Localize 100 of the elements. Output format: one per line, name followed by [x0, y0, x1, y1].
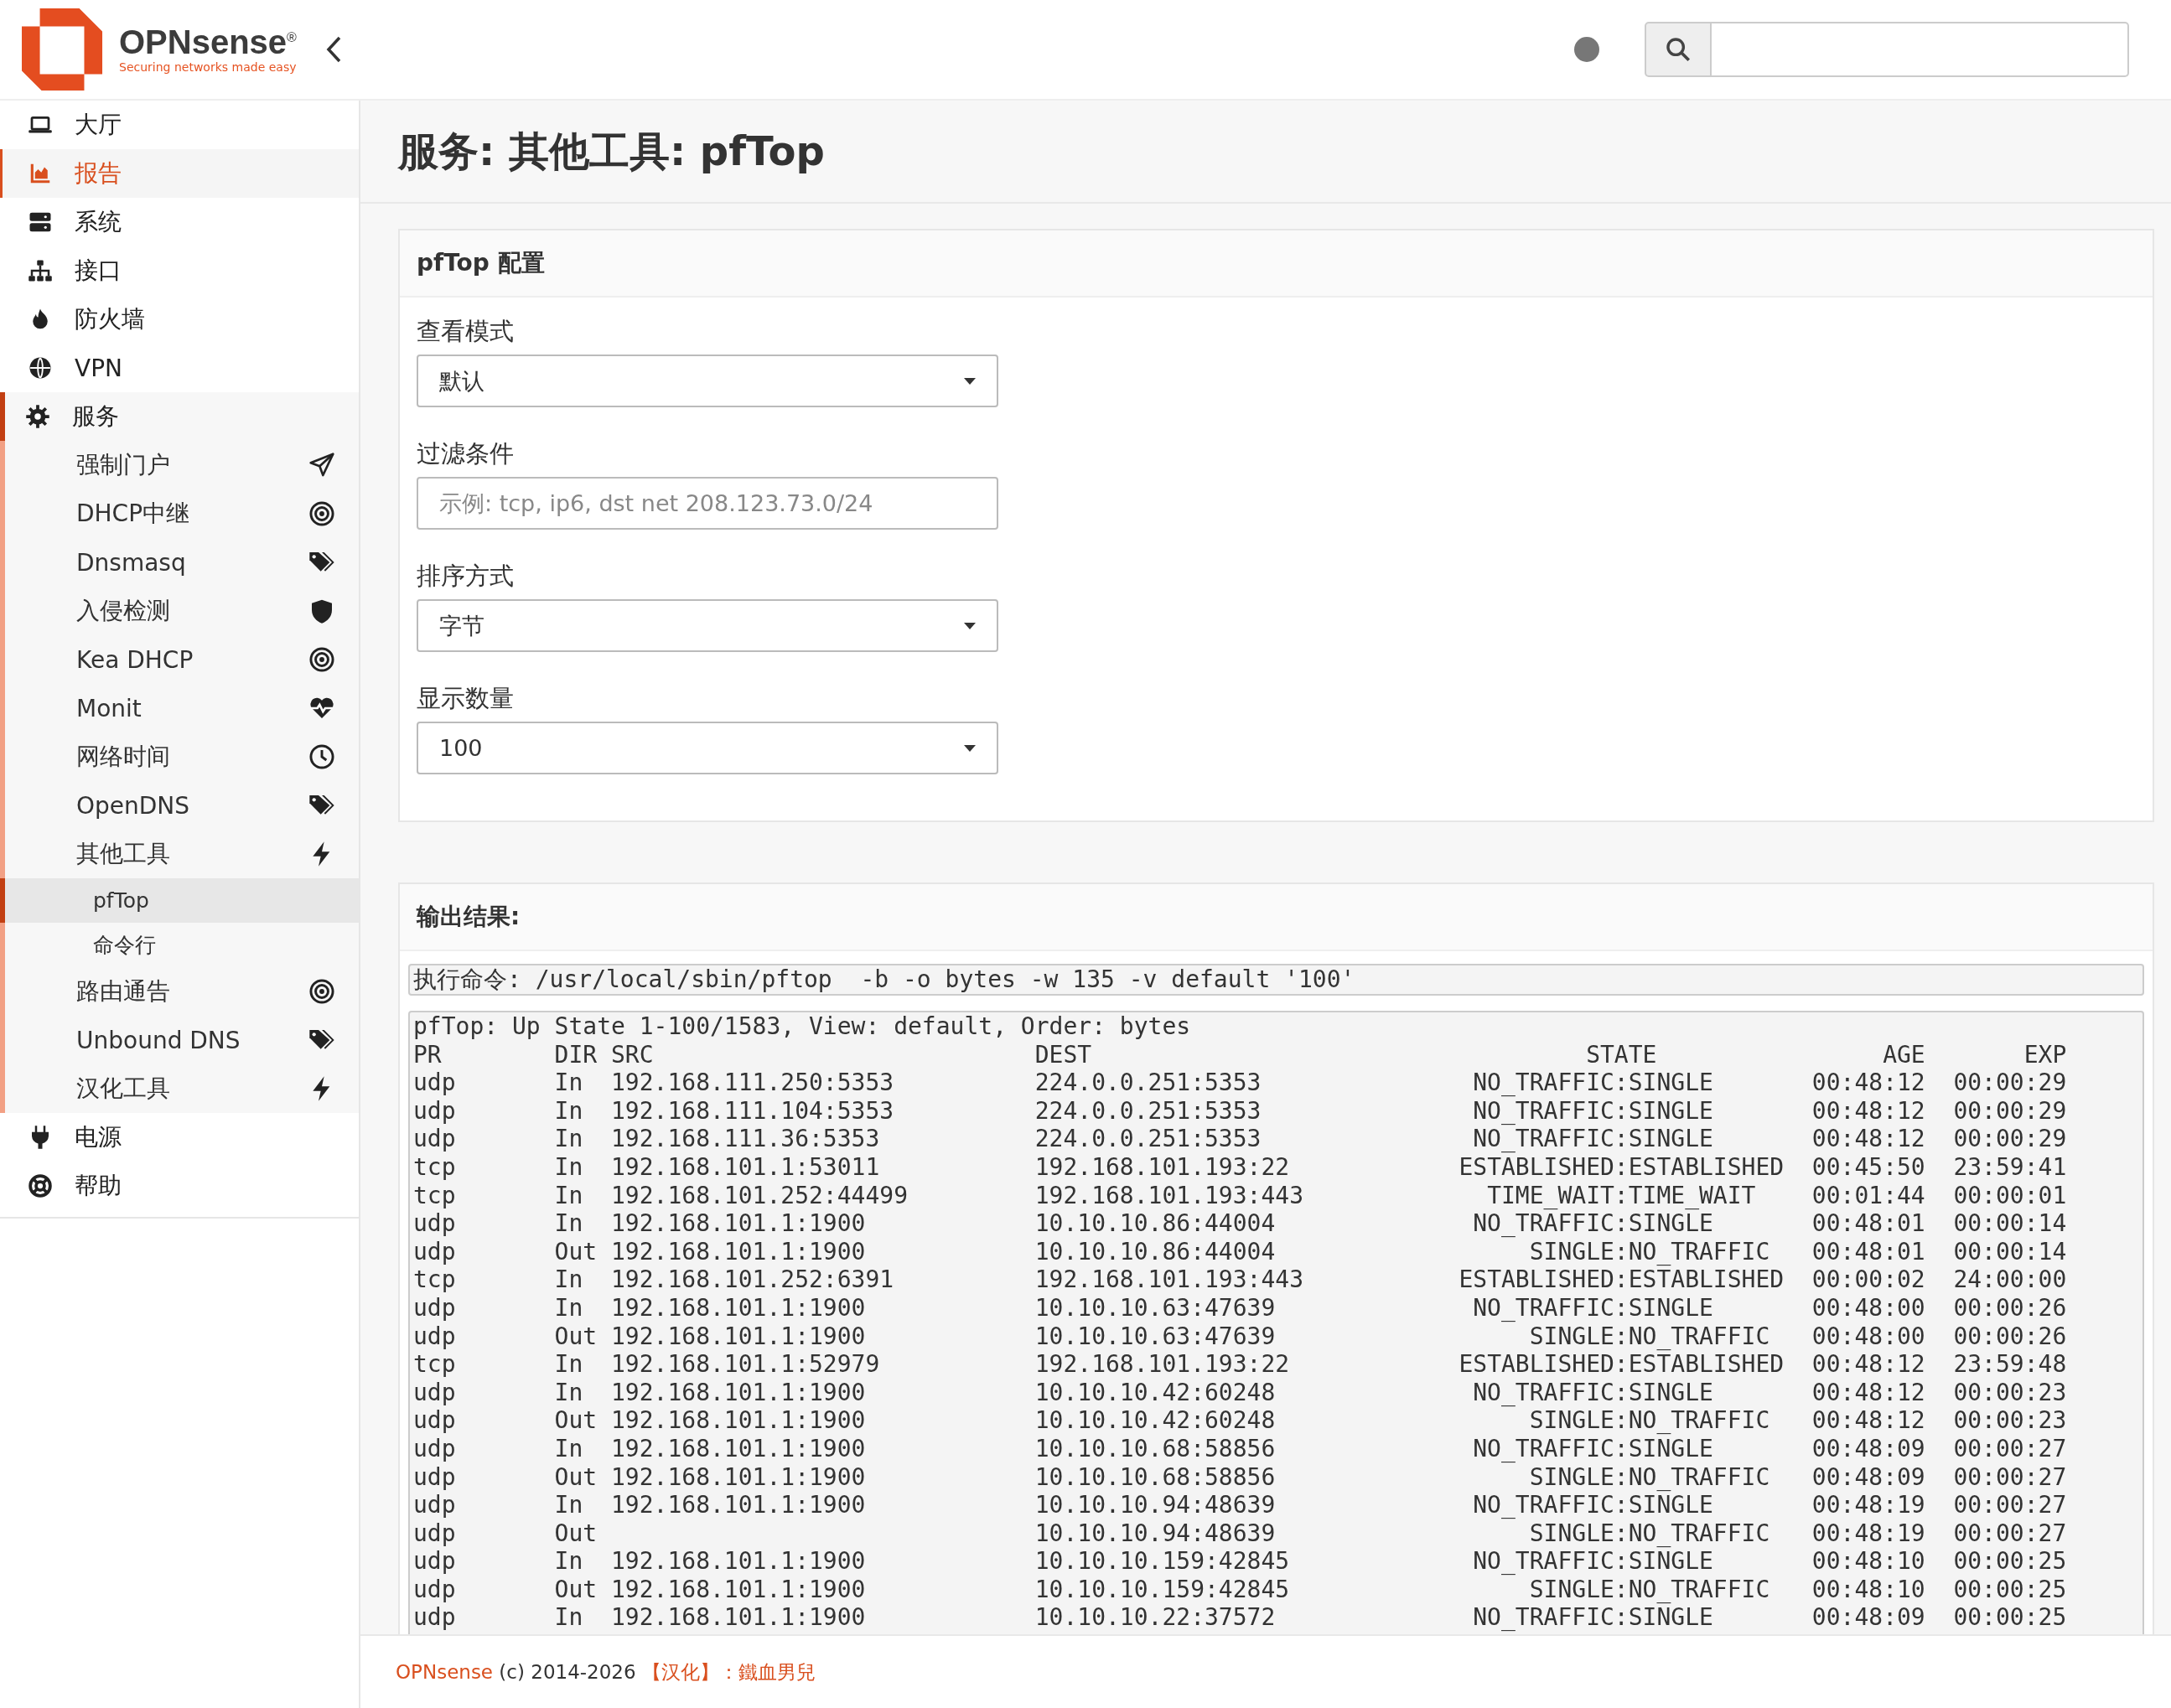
select-field[interactable]: 默认 — [417, 355, 998, 407]
sidebar-subitem[interactable]: 路由通告 — [5, 967, 359, 1016]
table-cell: 00:00:26 — [1953, 1322, 2067, 1351]
gear-icon — [25, 403, 50, 430]
table-cell: 192.168.111.36:5353 — [611, 1125, 880, 1153]
table-cell: Out — [554, 1322, 598, 1351]
table-cell: ESTABLISHED:ESTABLISHED — [1459, 1350, 1785, 1379]
sidebar-item[interactable]: 防火墙 — [0, 295, 359, 344]
table-cell: 10.10.10.94:48639 — [1034, 1491, 1276, 1519]
table-cell: ESTABLISHED:ESTABLISHED — [1459, 1152, 1785, 1182]
sidebar-subitem[interactable]: Monit — [5, 684, 359, 732]
select-field[interactable]: 100 — [417, 722, 998, 774]
table-cell: 00:48:01 — [1811, 1237, 1925, 1266]
table-cell: 192.168.101.193:443 — [1034, 1265, 1303, 1294]
sidebar-item[interactable]: 接口 — [0, 246, 359, 295]
table-cell: 00:00:23 — [1953, 1378, 2067, 1407]
table-cell: 192.168.101.1:1900 — [611, 1547, 866, 1576]
table-cell: NO_TRAFFIC:SINGLE — [1473, 1209, 1713, 1238]
sidebar-subitem[interactable]: DHCP中继 — [5, 489, 359, 538]
search-button[interactable] — [1645, 22, 1712, 77]
sidebar-item[interactable]: 系统 — [0, 198, 359, 246]
table-cell: 24:00:00 — [1953, 1265, 2067, 1294]
table-cell: 10.10.10.86:44004 — [1034, 1237, 1276, 1266]
sidebar-subitem[interactable]: 其他工具 — [5, 830, 359, 878]
column-header: PR — [413, 1040, 442, 1069]
logo-icon — [22, 8, 104, 91]
table-cell: In — [554, 1209, 583, 1238]
table-cell: Out — [554, 1406, 598, 1435]
select-field[interactable]: 字节 — [417, 599, 998, 652]
table-cell: 00:00:25 — [1953, 1603, 2067, 1633]
paper-plane-icon — [308, 452, 335, 479]
table-cell: udp — [413, 1209, 456, 1238]
table-cell: udp — [413, 1575, 456, 1604]
table-cell: In — [554, 1265, 583, 1294]
column-header: EXP — [2023, 1040, 2067, 1069]
table-cell: In — [554, 1096, 583, 1126]
sidebar-subitem[interactable]: 网络时间 — [5, 732, 359, 781]
table-cell: In — [554, 1350, 583, 1379]
table-cell: Out — [554, 1237, 598, 1266]
table-cell: SINGLE:NO_TRAFFIC — [1529, 1462, 1770, 1492]
page-title: 服务: 其他工具: pfTop — [360, 101, 2171, 204]
table-cell: NO_TRAFFIC:SINGLE — [1473, 1069, 1713, 1097]
sidebar-item[interactable]: 报告 — [0, 149, 359, 198]
sidebar-subitem[interactable]: 强制门户 — [5, 441, 359, 489]
sidebar-subitem[interactable]: Kea DHCP — [5, 635, 359, 684]
table-cell: 00:45:50 — [1811, 1152, 1925, 1182]
table-cell: TIME_WAIT:TIME_WAIT — [1487, 1181, 1756, 1210]
table-cell: 192.168.101.193:443 — [1034, 1181, 1303, 1210]
column-header: AGE — [1883, 1040, 1925, 1069]
sidebar-item[interactable]: 电源 — [0, 1113, 359, 1162]
command-field: 执行命令: /usr/local/sbin/pftop -b -o bytes -w 135 -v default '100' — [408, 964, 2144, 996]
sidebar-subitem[interactable]: 入侵检测 — [5, 587, 359, 635]
clock-icon — [308, 743, 335, 770]
input-field[interactable]: 示例: tcp, ip6, dst net 208.123.73.0/24 — [417, 477, 998, 530]
table-cell: udp — [413, 1406, 456, 1435]
table-cell: NO_TRAFFIC:SINGLE — [1473, 1293, 1713, 1322]
table-cell: 00:00:01 — [1953, 1181, 2067, 1210]
output-summary: pfTop: Up State 1-100/1583, View: default, Order: bytes — [413, 1012, 1191, 1040]
table-cell: tcp — [413, 1152, 456, 1182]
table-cell: tcp — [413, 1181, 456, 1210]
sidebar-item[interactable]: VPN — [0, 344, 359, 392]
field-label: 排序方式 — [417, 561, 515, 592]
table-cell: 00:48:12 — [1811, 1096, 1925, 1126]
table-cell: 10.10.10.42:60248 — [1034, 1378, 1276, 1407]
sidebar-item[interactable]: 帮助 — [0, 1162, 359, 1210]
sidebar-subitem[interactable]: 命令行 — [5, 923, 359, 967]
table-cell: 00:01:44 — [1811, 1181, 1925, 1210]
search-field[interactable] — [1712, 22, 2129, 77]
table-cell: 00:00:26 — [1953, 1293, 2067, 1322]
sidebar-subitem[interactable]: Unbound DNS — [5, 1016, 359, 1064]
target-icon — [308, 646, 335, 673]
field-label: 过滤条件 — [417, 438, 515, 469]
column-header: DEST — [1034, 1040, 1092, 1069]
brand-link[interactable]: OPNsense — [396, 1660, 494, 1683]
sidebar-subitem[interactable]: pfTop — [0, 878, 359, 923]
table-cell: In — [554, 1125, 583, 1153]
caret-icon — [964, 377, 976, 385]
table-cell: 192.168.101.1:1900 — [611, 1603, 866, 1633]
table-cell: 00:00:23 — [1953, 1406, 2067, 1435]
table-cell: 192.168.101.1:1900 — [611, 1462, 866, 1492]
sidebar-item[interactable]: 服务 — [5, 392, 359, 441]
life-ring-icon — [28, 1172, 53, 1199]
sidebar-subitem[interactable]: 汉化工具 — [5, 1064, 359, 1113]
table-cell: 192.168.101.1:1900 — [611, 1237, 866, 1266]
table-cell: 10.10.10.94:48639 — [1034, 1519, 1276, 1548]
table-cell: 224.0.0.251:5353 — [1034, 1096, 1262, 1126]
table-cell: In — [554, 1293, 583, 1322]
table-cell: NO_TRAFFIC:SINGLE — [1473, 1096, 1713, 1126]
table-cell: udp — [413, 1519, 456, 1548]
table-cell: udp — [413, 1547, 456, 1576]
credit-link[interactable]: 【汉化】：鐵血男兒 — [641, 1660, 816, 1683]
footer-text: OPNsense (c) 2014-2026 【汉化】：鐵血男兒 — [396, 1659, 816, 1685]
sidebar-subitem[interactable]: OpenDNS — [5, 781, 359, 830]
table-cell: 192.168.101.1:53011 — [611, 1152, 880, 1182]
sidebar-subitem[interactable]: Dnsmasq — [5, 538, 359, 587]
sidebar-item[interactable]: 大厅 — [0, 101, 359, 149]
table-cell: 00:00:27 — [1953, 1434, 2067, 1463]
table-cell: SINGLE:NO_TRAFFIC — [1529, 1237, 1770, 1266]
table-cell: 00:00:14 — [1953, 1237, 2067, 1266]
table-cell: In — [554, 1181, 583, 1210]
